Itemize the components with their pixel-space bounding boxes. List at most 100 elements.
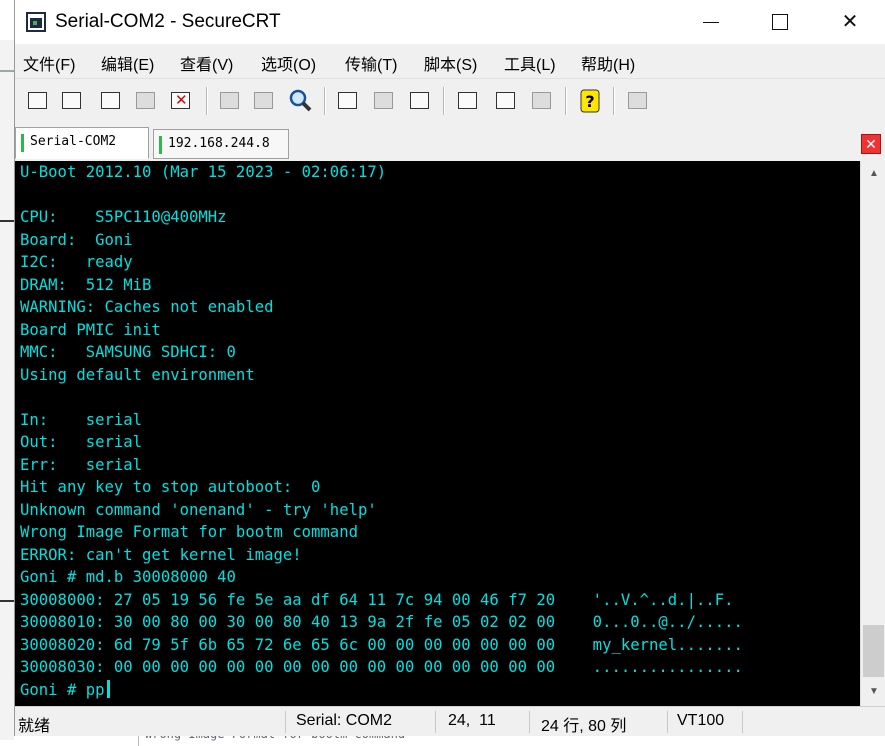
status-divider: [667, 711, 668, 733]
global-options-button[interactable]: [493, 88, 519, 114]
find-icon: [289, 89, 312, 112]
terminal-line: Out: serial: [20, 433, 143, 451]
terminal-line: 30008010: 30 00 80 00 30 00 80 40 13 9a …: [20, 613, 743, 631]
terminal-line: CPU: S5PC110@400MHz: [20, 208, 227, 226]
terminal-line: Err: serial: [20, 455, 143, 474]
background-window-edge: [0, 40, 14, 740]
title-bar: Serial-COM2 - SecureCRT ✕: [15, 0, 885, 44]
toolbar-separator: [613, 87, 615, 115]
disconnect-button[interactable]: ✕: [168, 88, 194, 114]
connect-button[interactable]: [25, 88, 51, 114]
status-ready: 就绪: [18, 718, 51, 735]
terminal-line: 30008030: 00 00 00 00 00 00 00 00 00 00 …: [20, 658, 743, 676]
menu-edit[interactable]: 编辑(E): [101, 51, 154, 75]
paste-button[interactable]: [251, 88, 277, 114]
terminal-line: In: serial: [20, 410, 143, 429]
maximize-icon: [772, 14, 788, 30]
global-options-icon: [496, 92, 515, 109]
minimize-icon: [703, 22, 719, 23]
print-selection-button[interactable]: [371, 88, 397, 114]
svg-text:?: ?: [585, 92, 594, 111]
menu-bar: 文件(F) 编辑(E) 查看(V) 选项(O) 传输(T) 脚本(S) 工具(L…: [15, 44, 885, 78]
copy-button[interactable]: [217, 88, 243, 114]
terminal-line: Board: Goni: [20, 230, 133, 249]
print-button[interactable]: [407, 88, 433, 114]
session-options-button[interactable]: [455, 88, 481, 114]
status-divider: [529, 711, 530, 733]
print-icon: [410, 92, 429, 109]
scrollbar-thumb[interactable]: [863, 625, 884, 677]
reconnect-icon: [136, 92, 155, 109]
window-title: Serial-COM2 - SecureCRT: [55, 11, 281, 32]
menu-view[interactable]: 查看(V): [180, 51, 233, 75]
terminal-line: 30008020: 6d 79 5f 6b 65 72 6e 65 6c 00 …: [20, 635, 743, 654]
tab-label: 192.168.244.8: [168, 136, 270, 151]
sftp-icon: [628, 92, 647, 109]
tab-label: Serial-COM2: [30, 134, 117, 149]
terminal-line: Using default environment: [20, 365, 255, 384]
terminal-line: ERROR: can't get kernel image!: [20, 545, 302, 564]
terminal-line: Board PMIC init: [20, 320, 161, 339]
keymap-icon: [532, 92, 551, 109]
toolbar-separator: [565, 87, 567, 115]
disconnect-icon: ✕: [171, 92, 190, 109]
menu-options[interactable]: 选项(O): [261, 51, 316, 75]
terminal-prompt: Goni # pp: [20, 680, 105, 699]
paste-icon: [254, 92, 273, 109]
terminal-prompt-line: Goni # pp: [20, 679, 110, 702]
status-cursor-position: 24, 11: [448, 712, 496, 729]
connect-icon: [28, 92, 47, 109]
reconnect-button[interactable]: [133, 88, 159, 114]
tab-192-168-244-8[interactable]: 192.168.244.8: [153, 129, 289, 159]
terminal-line: I2C: ready: [20, 253, 133, 271]
help-button[interactable]: ?: [577, 88, 603, 114]
print-selection-icon: [374, 92, 393, 109]
securecrt-app-icon: [26, 12, 46, 32]
terminal-line: 30008000: 27 05 19 56 fe 5e aa df 64 11 …: [20, 590, 743, 609]
menu-tools[interactable]: 工具(L): [504, 51, 556, 75]
copy-icon: [220, 92, 239, 109]
status-connection: Serial: COM2: [296, 712, 393, 729]
status-divider: [742, 711, 743, 733]
toolbar-separator: [443, 87, 445, 115]
terminal-line: MMC: SAMSUNG SDHCI: 0: [20, 343, 236, 361]
print-screen-icon: [338, 92, 357, 109]
terminal-screen[interactable]: U-Boot 2012.10 (Mar 15 2023 - 02:06:17) …: [15, 161, 860, 706]
minimize-button[interactable]: [675, 0, 745, 44]
find-button[interactable]: [287, 88, 313, 114]
close-icon: ✕: [841, 11, 859, 33]
menu-script[interactable]: 脚本(S): [424, 51, 477, 75]
status-divider: [285, 711, 286, 733]
status-terminal-size: 24 行, 80 列: [541, 718, 627, 735]
menu-transfer[interactable]: 传输(T): [345, 51, 397, 75]
close-tab-button[interactable]: ✕: [861, 134, 881, 154]
sftp-button[interactable]: [625, 88, 651, 114]
connect-in-tab-button[interactable]: [98, 88, 124, 114]
quick-connect-button[interactable]: [59, 88, 85, 114]
toolbar-separator: [324, 87, 326, 115]
terminal-line: Wrong Image Format for bootm command: [20, 523, 358, 541]
toolbar-separator: [206, 87, 208, 115]
status-divider: [435, 711, 436, 733]
scroll-down-arrow-icon[interactable]: ▼: [861, 681, 885, 703]
securecrt-window: Serial-COM2 - SecureCRT ✕ 文件(F) 编辑(E) 查看…: [14, 0, 885, 736]
tab-serial-com2[interactable]: Serial-COM2: [15, 127, 149, 159]
keymap-button[interactable]: [529, 88, 555, 114]
vertical-scrollbar[interactable]: ▲ ▼: [860, 161, 885, 706]
toolbar: ✕ ?: [15, 78, 885, 124]
quick-connect-icon: [62, 92, 81, 109]
close-tab-icon: ✕: [865, 136, 877, 152]
terminal-line: Goni # md.b 30008000 40: [20, 568, 236, 586]
terminal-line: Hit any key to stop autoboot: 0: [20, 478, 321, 496]
menu-file[interactable]: 文件(F): [23, 51, 75, 75]
menu-help[interactable]: 帮助(H): [581, 51, 635, 75]
print-screen-button[interactable]: [335, 88, 361, 114]
maximize-button[interactable]: [745, 0, 815, 44]
terminal-cursor: [106, 679, 110, 698]
terminal-line: DRAM: 512 MiB: [20, 275, 152, 294]
close-button[interactable]: ✕: [815, 0, 885, 44]
tab-status-indicator: [159, 136, 162, 154]
scroll-up-arrow-icon[interactable]: ▲: [861, 163, 885, 185]
status-bar: 就绪 Serial: COM2 24, 11 24 行, 80 列 VT100: [15, 706, 885, 736]
status-emulation: VT100: [677, 712, 725, 729]
